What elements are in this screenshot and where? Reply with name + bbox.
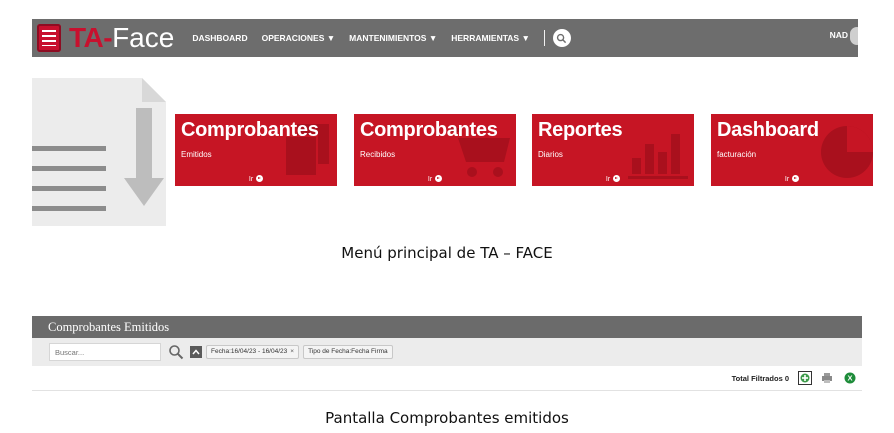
tile-subtitle: facturación <box>717 150 757 159</box>
document-download-icon <box>32 78 166 226</box>
tile-dashboard-facturacion[interactable]: Dashboard facturación Ir <box>711 114 873 186</box>
tile-go-link[interactable]: Ir <box>711 175 873 183</box>
top-navbar: TA- Face DASHBOARD OPERACIONES ▼ MANTENI… <box>32 19 858 57</box>
logo-ta-text: TA- <box>69 22 113 53</box>
tile-title: Reportes <box>538 119 623 141</box>
collapse-filters-button[interactable] <box>190 346 202 358</box>
caption-emitidos: Pantalla Comprobantes emitidos <box>325 409 569 427</box>
tile-reportes-diarios[interactable]: Reportes Diarios Ir <box>532 114 694 186</box>
chip-label: Fecha:16/04/23 - 16/04/23 <box>211 348 288 355</box>
nav-herramientas[interactable]: HERRAMIENTAS ▼ <box>451 33 530 43</box>
add-icon[interactable] <box>798 371 812 385</box>
panel-title: Comprobantes Emitidos <box>32 316 862 338</box>
tile-title: Dashboard <box>717 119 819 141</box>
close-icon[interactable]: × <box>290 348 294 355</box>
nav-operaciones[interactable]: OPERACIONES ▼ <box>262 33 336 43</box>
tile-comprobantes-emitidos[interactable]: Comprobantes Emitidos Ir <box>175 114 337 186</box>
arrow-right-icon <box>613 175 621 182</box>
total-filtered-count: Total Filtrados 0 <box>731 374 789 383</box>
tile-subtitle: Emitidos <box>181 150 212 159</box>
user-name[interactable]: NAD <box>830 30 848 40</box>
main-menu: DASHBOARD OPERACIONES ▼ MANTENIMIENTOS ▼… <box>192 29 571 47</box>
logo-face-text: Face <box>112 22 175 53</box>
tile-subtitle: Diarios <box>538 150 563 159</box>
search-icon[interactable] <box>168 344 184 360</box>
tile-title: Comprobantes <box>360 119 498 141</box>
arrow-right-icon <box>256 175 264 182</box>
filter-chip-tipo-fecha[interactable]: Tipo de Fecha:Fecha Firma <box>303 345 393 359</box>
tile-comprobantes-recibidos[interactable]: Comprobantes Recibidos Ir <box>354 114 516 186</box>
print-icon[interactable] <box>821 372 833 384</box>
search-input[interactable] <box>49 343 161 361</box>
search-icon[interactable] <box>552 29 571 47</box>
caption-menu: Menú principal de TA – FACE <box>341 244 553 262</box>
tile-subtitle: Recibidos <box>360 150 396 159</box>
arrow-right-icon <box>435 175 443 182</box>
arrow-right-icon <box>792 175 800 182</box>
tile-go-link[interactable]: Ir <box>532 175 694 183</box>
nav-separator <box>543 30 545 46</box>
nav-mantenimientos[interactable]: MANTENIMIENTOS ▼ <box>349 33 437 43</box>
tile-title: Comprobantes <box>181 119 319 141</box>
nav-dashboard[interactable]: DASHBOARD <box>192 33 247 43</box>
filter-chip-fecha[interactable]: Fecha:16/04/23 - 16/04/23 × <box>206 345 300 359</box>
tile-go-link[interactable]: Ir <box>354 175 516 183</box>
app-logo[interactable]: TA- Face <box>37 19 174 57</box>
tile-go-link[interactable]: Ir <box>175 175 337 183</box>
filter-bar: Fecha:16/04/23 - 16/04/23× Tipo de Fecha… <box>32 338 862 366</box>
excel-icon[interactable]: X <box>844 372 856 384</box>
chip-label: Tipo de Fecha:Fecha Firma <box>308 348 388 355</box>
results-toolbar: Total Filtrados 0 X <box>32 366 862 391</box>
svg-text:X: X <box>847 374 852 383</box>
chevron-up-icon <box>192 349 200 355</box>
avatar[interactable] <box>850 27 858 45</box>
document-logo-icon <box>37 24 61 52</box>
